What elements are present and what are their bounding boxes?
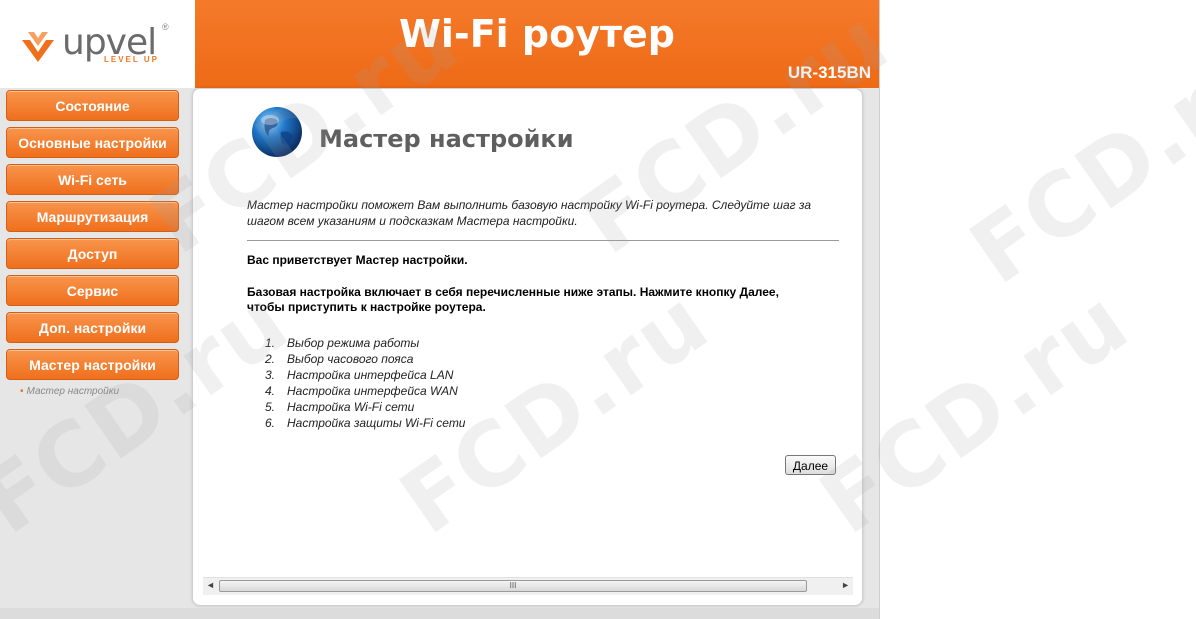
sidebar-item-setup-wizard[interactable]: Мастер настройки	[6, 349, 179, 380]
sidebar-subitem-setup-wizard[interactable]: • Мастер настройки	[20, 386, 181, 397]
divider	[247, 240, 839, 241]
scrollbar-thumb[interactable]: III	[219, 580, 807, 592]
logo-tagline: LEVEL UP	[104, 55, 159, 64]
logo[interactable]: upvel ® LEVEL UP	[0, 0, 195, 88]
header-banner: Wi-Fi роутер UR-315BN	[195, 0, 879, 88]
logo-registered-mark: ®	[162, 22, 169, 32]
step-label: Настройка интерфейса WAN	[287, 384, 458, 398]
header-title: Wi-Fi роутер	[398, 12, 675, 56]
list-item: 3. Настройка интерфейса LAN	[265, 367, 465, 383]
list-item: 6. Настройка защиты Wi-Fi сети	[265, 415, 465, 431]
sidebar-item-service[interactable]: Сервис	[6, 275, 179, 306]
watermark: FCD.ru	[952, 19, 1196, 304]
description-text: Базовая настройка включает в себя перечи…	[247, 285, 779, 314]
step-number: 1.	[265, 336, 276, 350]
step-number: 5.	[265, 400, 276, 414]
sidebar-item-routing[interactable]: Маршрутизация	[6, 201, 179, 232]
sidebar-item-access[interactable]: Доступ	[6, 238, 179, 269]
sidebar-item-wifi[interactable]: Wi-Fi сеть	[6, 164, 179, 195]
list-item: 5. Настройка Wi-Fi сети	[265, 399, 465, 415]
list-item: 1. Выбор режима работы	[265, 335, 465, 351]
scroll-left-icon[interactable]: ◄	[206, 580, 215, 590]
sidebar-item-status[interactable]: Состояние	[6, 90, 179, 121]
step-number: 6.	[265, 416, 276, 430]
app-frame: upvel ® LEVEL UP Wi-Fi роутер UR-315BN С…	[0, 0, 880, 619]
sidebar-item-advanced[interactable]: Доп. настройки	[6, 312, 179, 343]
list-item: 4. Настройка интерфейса WAN	[265, 383, 465, 399]
step-number: 4.	[265, 384, 276, 398]
grip-icon: III	[509, 581, 517, 590]
step-label: Настройка защиты Wi-Fi сети	[287, 416, 466, 430]
steps-list: 1. Выбор режима работы 2. Выбор часового п…	[265, 335, 465, 431]
list-item: 2. Выбор часового пояса	[265, 351, 465, 367]
page-title: Мастер настройки	[319, 125, 574, 153]
bottom-strip	[0, 608, 879, 619]
step-label: Настройка Wi-Fi сети	[287, 400, 415, 414]
bullet-icon: •	[20, 386, 24, 397]
content-panel: Мастер настройки Мастер настройки поможе…	[192, 88, 863, 606]
upvel-logo-icon	[22, 32, 54, 62]
sidebar: Состояние Основные настройки Wi-Fi сеть …	[6, 90, 181, 397]
horizontal-scrollbar[interactable]: ◄ III ►	[203, 577, 853, 595]
step-number: 3.	[265, 368, 276, 382]
model-name: UR-315BN	[787, 63, 871, 82]
sidebar-item-basic-settings[interactable]: Основные настройки	[6, 127, 179, 158]
step-label: Выбор часового пояса	[287, 352, 414, 366]
step-label: Настройка интерфейса LAN	[287, 368, 454, 382]
step-number: 2.	[265, 352, 276, 366]
welcome-text: Вас приветствует Мастер настройки.	[247, 253, 468, 267]
sidebar-subitem-label: Мастер настройки	[26, 386, 120, 397]
globe-icon	[252, 107, 302, 157]
scroll-right-icon[interactable]: ►	[841, 580, 850, 590]
step-label: Выбор режима работы	[287, 336, 420, 350]
next-button[interactable]: Далее	[785, 455, 836, 475]
intro-text: Мастер настройки поможет Вам выполнить б…	[247, 198, 812, 228]
